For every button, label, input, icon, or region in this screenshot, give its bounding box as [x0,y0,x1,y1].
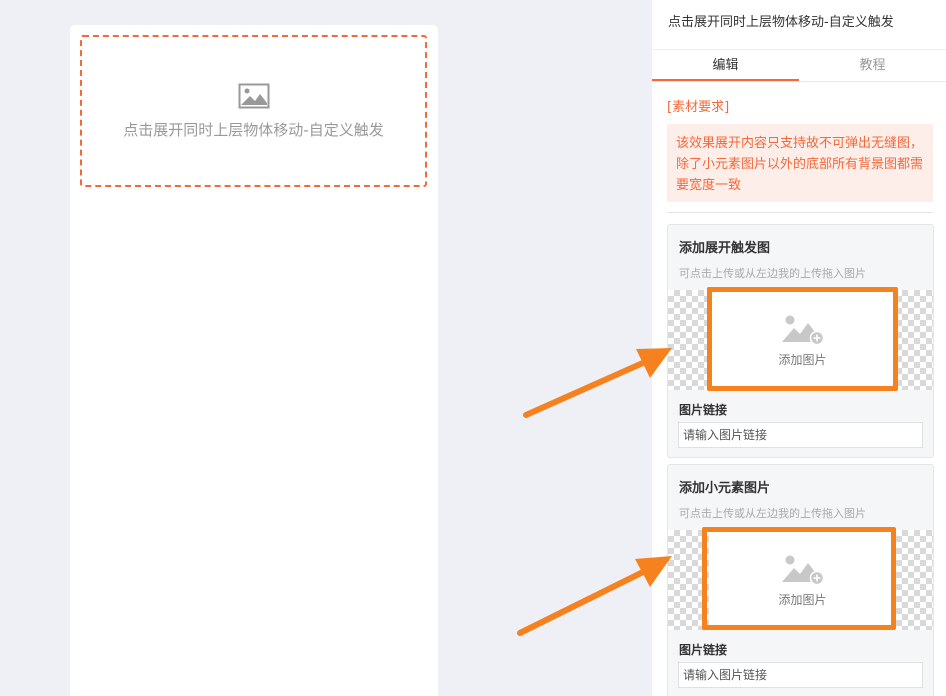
image-add-icon [781,315,824,345]
image-add-icon [781,555,824,585]
canvas-preview: 点击展开同时上层物体移动-自定义触发 [70,25,438,696]
add-image-label: 添加图片 [778,352,827,367]
arrow-icon [523,348,672,418]
image-link-input[interactable] [678,662,923,688]
section-hint: 可点击上传或从左边我的上传拖入图片 [679,267,866,280]
add-image-button[interactable]: 添加图片 [709,290,896,390]
divider [667,212,933,213]
section-title: 添加小元素图片 [679,481,771,496]
image-icon [238,83,269,108]
add-image-button[interactable]: 添加图片 [709,530,896,630]
image-preview-area: 添加图片 [668,290,933,390]
trigger-image-section: 添加展开触发图 可点击上传或从左边我的上传拖入图片 添加图片 图片链接 [667,224,934,458]
requirement-notice: 该效果展开内容只支持故不可弹出无缝图，除了小元素图片以外的底部所有背景图都需要宽… [667,124,933,202]
tab-edit[interactable]: 编辑 [652,50,799,81]
tab-bar: 编辑 教程 [652,50,946,82]
settings-panel: 点击展开同时上层物体移动-自定义触发 编辑 教程 [素材要求] 该效果展开内容只… [652,0,946,696]
image-preview-area: 添加图片 [668,530,933,630]
image-link-input[interactable] [678,422,923,448]
trigger-placeholder[interactable]: 点击展开同时上层物体移动-自定义触发 [80,35,427,187]
section-title: 添加展开触发图 [679,241,771,256]
add-image-label: 添加图片 [778,592,827,607]
image-link-label: 图片链接 [679,643,728,657]
panel-title: 点击展开同时上层物体移动-自定义触发 [652,0,946,50]
tab-tutorial[interactable]: 教程 [799,50,946,81]
small-element-section: 添加小元素图片 可点击上传或从左边我的上传拖入图片 添加图片 图片链接 [667,464,934,696]
trigger-text: 点击展开同时上层物体移动-自定义触发 [123,120,384,139]
section-hint: 可点击上传或从左边我的上传拖入图片 [679,507,866,520]
image-link-label: 图片链接 [679,403,728,417]
arrow-icon [517,556,672,636]
requirement-label: [素材要求] [667,100,730,115]
